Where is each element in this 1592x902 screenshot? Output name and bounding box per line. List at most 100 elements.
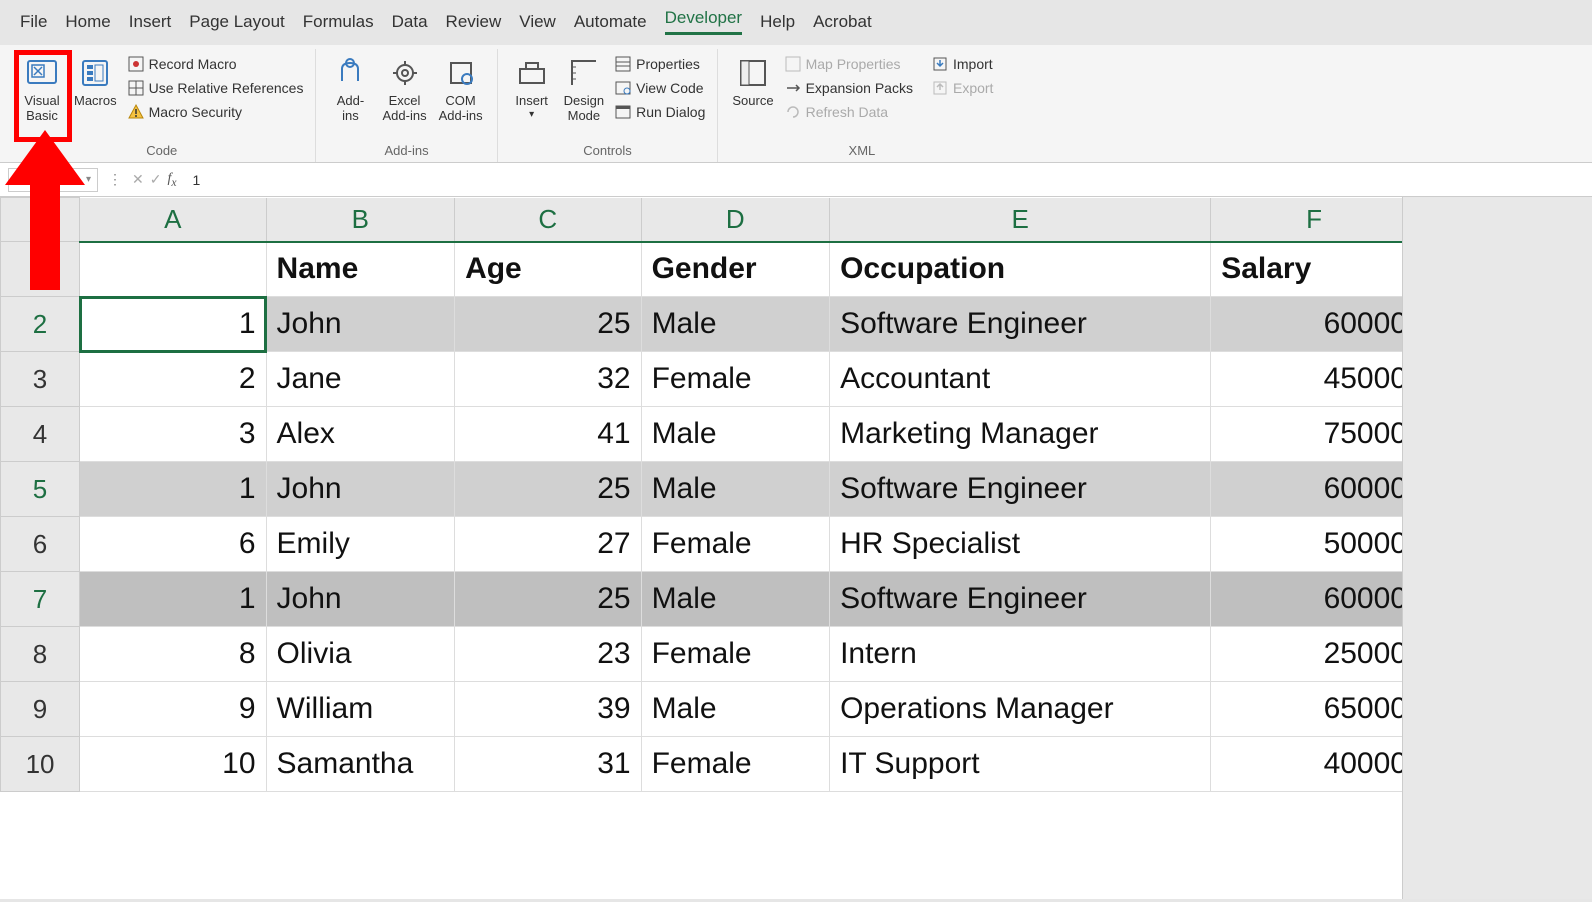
menu-home[interactable]: Home [65,12,110,32]
row-header-2[interactable]: 2 [1,297,80,352]
cancel-icon[interactable]: ✕ [132,171,150,188]
cell[interactable]: HR Specialist [830,517,1211,572]
cell[interactable]: Female [641,627,830,682]
row-header-8[interactable]: 8 [1,627,80,682]
cell[interactable]: Male [641,407,830,462]
cell[interactable]: 25 [455,297,642,352]
cell[interactable]: 9 [80,682,267,737]
cell[interactable]: Jane [266,352,455,407]
cell[interactable]: 60000 [1211,572,1418,627]
fx-icon[interactable]: fx [167,171,186,189]
excel-addins-button[interactable]: Excel Add-ins [376,51,432,128]
cell[interactable]: IT Support [830,737,1211,792]
macro-security-button[interactable]: Macro Security [123,101,308,123]
view-code-button[interactable]: View Code [610,77,709,99]
use-relative-button[interactable]: Use Relative References [123,77,308,99]
cell[interactable]: Accountant [830,352,1211,407]
menu-developer[interactable]: Developer [665,8,743,35]
xml-import-button[interactable]: Import [927,53,997,75]
menu-page-layout[interactable]: Page Layout [189,12,284,32]
cell[interactable]: 60000 [1211,297,1418,352]
cell[interactable]: John [266,572,455,627]
properties-button[interactable]: Properties [610,53,709,75]
formula-input[interactable]: 1 [187,172,227,188]
menu-acrobat[interactable]: Acrobat [813,12,872,32]
cell[interactable]: Emily [266,517,455,572]
spreadsheet-grid[interactable]: ABCDEF1NameAgeGenderOccupationSalary21Jo… [0,197,1592,899]
column-header-F[interactable]: F [1211,198,1418,242]
visual-basic-button[interactable]: Visual Basic [16,51,68,128]
cell[interactable]: John [266,462,455,517]
menu-insert[interactable]: Insert [129,12,172,32]
cell[interactable]: Software Engineer [830,462,1211,517]
header-cell[interactable]: Name [266,242,455,297]
xml-source-button[interactable]: Source [726,51,779,113]
menu-automate[interactable]: Automate [574,12,647,32]
cell[interactable]: 32 [455,352,642,407]
row-header-7[interactable]: 7 [1,572,80,627]
cell[interactable]: 8 [80,627,267,682]
cell[interactable]: Male [641,297,830,352]
header-cell[interactable]: Age [455,242,642,297]
cell[interactable]: 45000 [1211,352,1418,407]
com-addins-button[interactable]: COM Add-ins [433,51,489,128]
menu-view[interactable]: View [519,12,556,32]
menu-data[interactable]: Data [392,12,428,32]
cell[interactable]: Operations Manager [830,682,1211,737]
row-header-3[interactable]: 3 [1,352,80,407]
cell[interactable]: Female [641,517,830,572]
macros-button[interactable]: Macros [68,51,123,113]
cell[interactable]: Olivia [266,627,455,682]
cell[interactable]: 25 [455,572,642,627]
design-mode-button[interactable]: Design Mode [558,51,610,128]
cell[interactable]: Male [641,462,830,517]
enter-icon[interactable]: ✓ [150,171,168,188]
cell[interactable]: Female [641,737,830,792]
menu-formulas[interactable]: Formulas [303,12,374,32]
cell[interactable]: Intern [830,627,1211,682]
expansion-packs-button[interactable]: Expansion Packs [780,77,917,99]
row-header-9[interactable]: 9 [1,682,80,737]
header-cell[interactable]: Gender [641,242,830,297]
row-header-6[interactable]: 6 [1,517,80,572]
cell[interactable]: Marketing Manager [830,407,1211,462]
cell[interactable]: 31 [455,737,642,792]
column-header-A[interactable]: A [80,198,267,242]
cell[interactable]: 23 [455,627,642,682]
cell[interactable]: Alex [266,407,455,462]
column-header-C[interactable]: C [455,198,642,242]
cell[interactable]: 3 [80,407,267,462]
row-header-10[interactable]: 10 [1,737,80,792]
header-cell[interactable] [80,242,267,297]
cell[interactable]: Male [641,682,830,737]
addins-button[interactable]: Add- ins [324,51,376,128]
cell[interactable]: Male [641,572,830,627]
column-header-E[interactable]: E [830,198,1211,242]
cell[interactable]: Software Engineer [830,572,1211,627]
cell[interactable]: 1 [80,297,267,352]
cell[interactable]: 25 [455,462,642,517]
header-cell[interactable]: Salary [1211,242,1418,297]
row-header-4[interactable]: 4 [1,407,80,462]
cell[interactable]: 75000 [1211,407,1418,462]
record-macro-button[interactable]: Record Macro [123,53,308,75]
row-header-5[interactable]: 5 [1,462,80,517]
menu-file[interactable]: File [20,12,47,32]
cell[interactable]: John [266,297,455,352]
cell[interactable]: 1 [80,572,267,627]
header-cell[interactable]: Occupation [830,242,1211,297]
cell[interactable]: 1 [80,462,267,517]
cell[interactable]: 65000 [1211,682,1418,737]
run-dialog-button[interactable]: Run Dialog [610,101,709,123]
menu-review[interactable]: Review [446,12,502,32]
cell[interactable]: 60000 [1211,462,1418,517]
cell[interactable]: 39 [455,682,642,737]
column-header-D[interactable]: D [641,198,830,242]
cell[interactable]: Samantha [266,737,455,792]
cell[interactable]: 6 [80,517,267,572]
menu-help[interactable]: Help [760,12,795,32]
cell[interactable]: 25000 [1211,627,1418,682]
cell[interactable]: William [266,682,455,737]
cell[interactable]: 50000 [1211,517,1418,572]
insert-control-button[interactable]: Insert ▾ [506,51,558,124]
